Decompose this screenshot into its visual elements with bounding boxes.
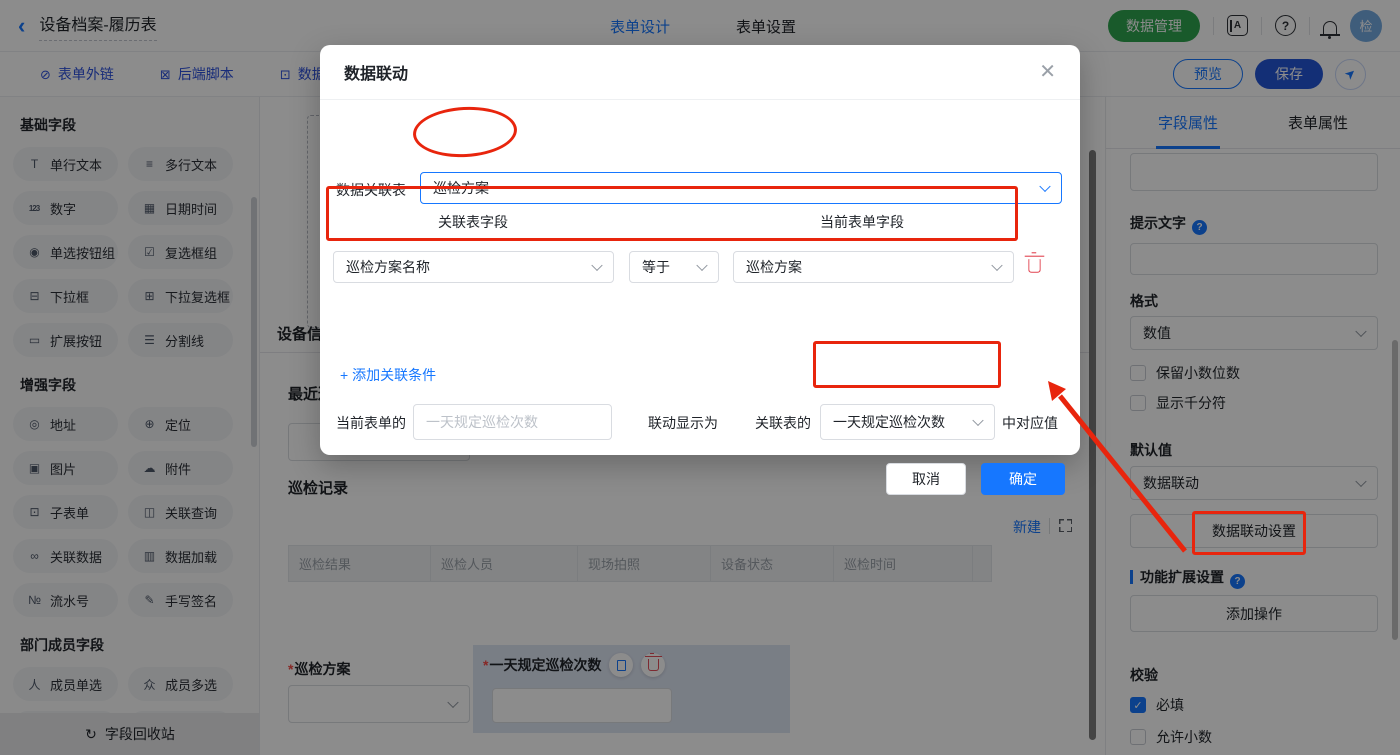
relation-table-select[interactable]: 巡检方案 (420, 172, 1062, 204)
chevron-down-icon (1039, 180, 1051, 193)
dialog-body: 数据关联表 巡检方案 关联表字段 当前表单字段 巡检方案名称 等于 巡检方案 +… (320, 100, 1080, 495)
relation-table-value: 巡检方案 (433, 180, 489, 196)
corresponding-value-suffix: 中对应值 (1002, 415, 1058, 431)
relation-table-label: 数据关联表 (336, 182, 406, 198)
linkage-source-field-select[interactable]: 一天规定巡检次数 (820, 404, 995, 440)
cancel-button[interactable]: 取消 (886, 463, 966, 495)
data-linkage-dialog: 数据联动 ✕ 数据关联表 巡检方案 关联表字段 当前表单字段 巡检方案名称 等于… (320, 45, 1080, 495)
linkage-source-field-value: 一天规定巡检次数 (833, 414, 945, 430)
chevron-down-icon (591, 259, 603, 272)
condition-operator-select[interactable]: 等于 (629, 251, 719, 283)
current-form-prefix-label: 当前表单的 (336, 415, 406, 431)
condition-field-value: 巡检方案名称 (346, 259, 430, 275)
dialog-header: 数据联动 ✕ (320, 45, 1080, 100)
current-form-field-column-header: 当前表单字段 (820, 214, 904, 230)
relation-field-column-header: 关联表字段 (438, 214, 508, 230)
chevron-down-icon (696, 259, 708, 272)
app-window: ‹ 设备档案-履历表 表单设计 表单设置 数据管理 A ? 检 ⊘ 表单外链 ⊠… (0, 0, 1400, 755)
linkage-display-label: 联动显示为 (648, 415, 718, 431)
add-condition-link[interactable]: + 添加关联条件 (340, 365, 436, 385)
condition-form-field-value: 巡检方案 (746, 259, 802, 275)
condition-operator-value: 等于 (642, 259, 670, 275)
condition-field-select[interactable]: 巡检方案名称 (333, 251, 614, 283)
close-icon[interactable]: ✕ (1039, 62, 1056, 82)
display-field-input[interactable] (413, 404, 612, 440)
chevron-down-icon (991, 259, 1003, 272)
delete-condition-icon[interactable] (1024, 251, 1045, 273)
condition-form-field-select[interactable]: 巡检方案 (733, 251, 1014, 283)
chevron-down-icon (972, 414, 984, 427)
dialog-title: 数据联动 (344, 66, 409, 83)
relation-table-prefix-label: 关联表的 (755, 415, 811, 431)
confirm-button[interactable]: 确定 (981, 463, 1065, 495)
